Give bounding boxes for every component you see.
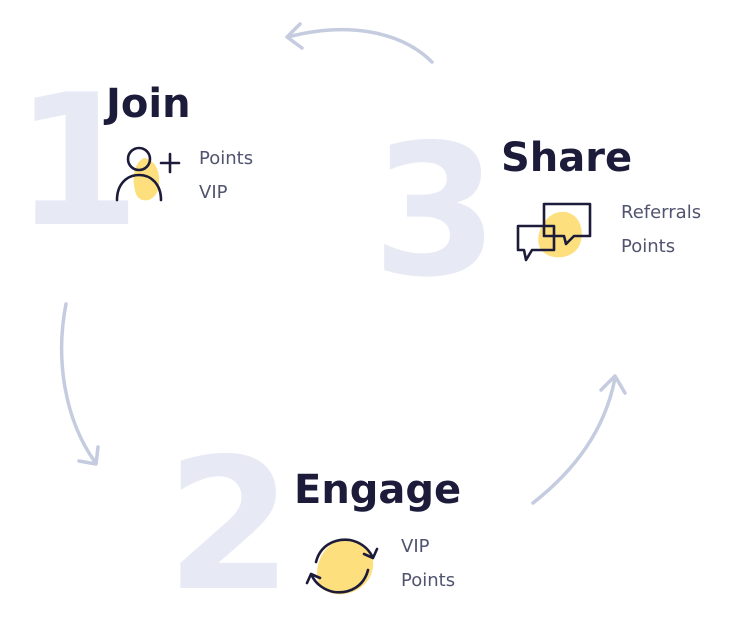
step-2-title: Engage (294, 467, 462, 513)
step-1-items: Points VIP (199, 142, 253, 210)
user-plus-icon (115, 146, 181, 202)
chat-bubbles-icon (516, 202, 592, 262)
step-1-item: Points (199, 148, 254, 169)
step-2-item: Points (401, 570, 456, 591)
loyalty-cycle-diagram: 1 Join Points VIP 2 Engage VIP Points 3 … (0, 0, 738, 627)
step-1-title: Join (106, 81, 191, 127)
arrow-share-to-join (286, 27, 434, 64)
step-3-number: 3 (372, 105, 499, 317)
step-3-item: Points (621, 236, 676, 257)
arrow-engage-to-share (531, 376, 617, 505)
step-3-item: Referrals (621, 202, 702, 223)
step-2-number: 2 (166, 419, 293, 631)
refresh-cycle-icon (305, 538, 379, 595)
step-2-item: VIP (401, 536, 430, 557)
step-3-items: Referrals Points (621, 196, 701, 264)
step-1-item: VIP (199, 182, 228, 203)
step-2-items: VIP Points (401, 530, 455, 598)
arrow-join-to-engage (59, 302, 97, 464)
step-3-title: Share (501, 135, 633, 181)
